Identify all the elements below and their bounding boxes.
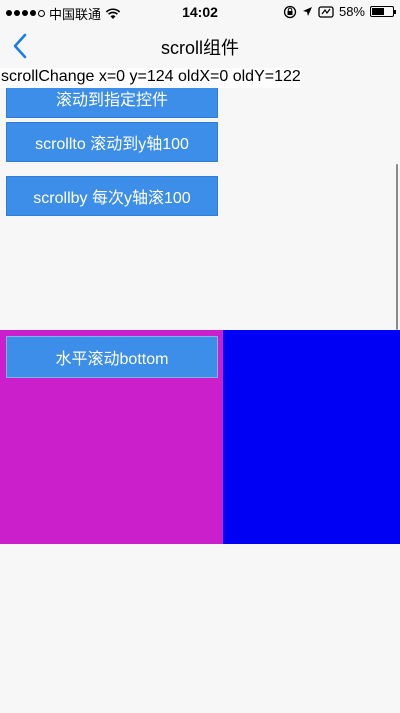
vertical-scrollbar[interactable] — [396, 164, 398, 330]
scrollto-button[interactable]: scrollto 滚动到y轴100 — [6, 122, 218, 162]
vertical-scroll-view[interactable]: 滚动到指定控件 scrollto 滚动到y轴100 scrollby 每次y轴滚… — [0, 88, 400, 330]
blue-pane — [223, 330, 400, 544]
horizontal-scroll-bottom-button[interactable]: 水平滚动bottom — [6, 336, 218, 378]
alarm-icon — [318, 5, 334, 18]
battery-icon — [370, 6, 396, 17]
battery-percent: 58% — [338, 4, 365, 19]
location-arrow-icon — [302, 7, 312, 16]
nav-bar: scroll组件 — [0, 24, 400, 68]
orientation-lock-icon — [283, 5, 297, 18]
horizontal-scroll-view[interactable]: 水平滚动bottom — [0, 330, 400, 544]
scroll-change-label: scrollChange x=0 y=124 oldX=0 oldY=122 — [0, 68, 301, 88]
page-title: scroll组件 — [160, 38, 239, 58]
status-bar: 中国联通 14:02 58% — [0, 0, 400, 24]
bottom-empty-area — [0, 544, 400, 713]
scroll-to-control-button[interactable]: 滚动到指定控件 — [6, 88, 218, 118]
scrollby-button[interactable]: scrollby 每次y轴滚100 — [6, 176, 218, 216]
battery-level — [372, 8, 384, 15]
status-right: 58% — [283, 4, 396, 19]
